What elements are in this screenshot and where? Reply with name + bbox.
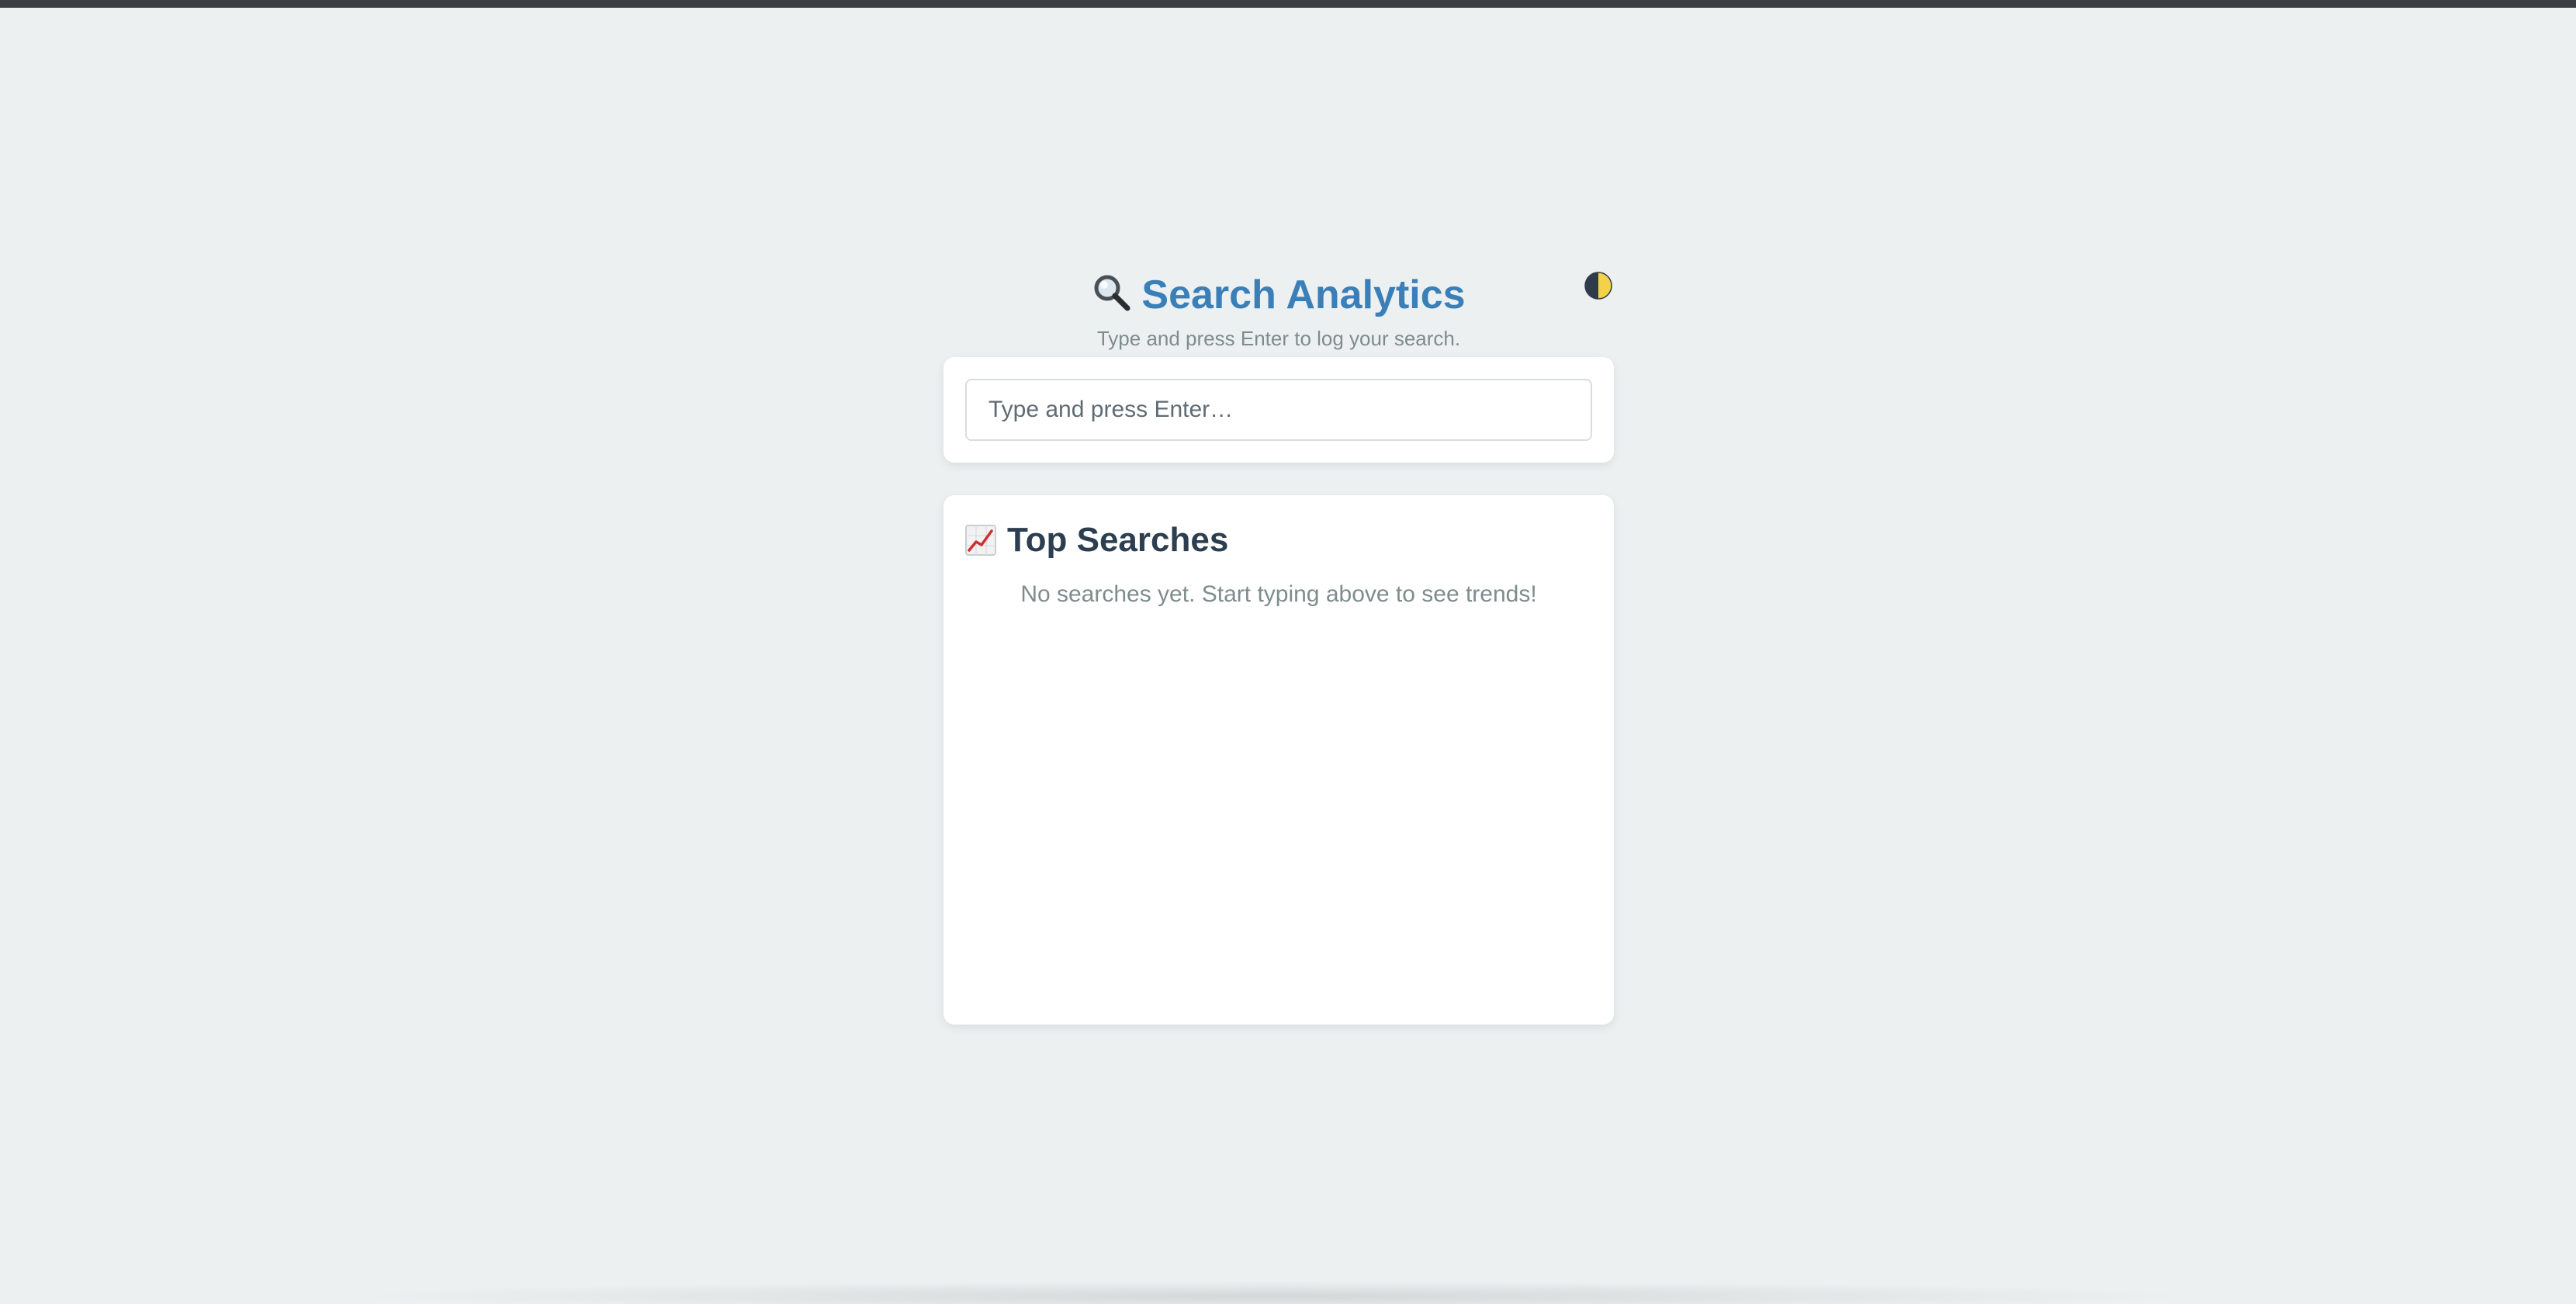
empty-state-message: No searches yet. Start typing above to s…	[1020, 581, 1537, 607]
bottom-shadow	[341, 1281, 2204, 1304]
magnifier-icon	[1094, 275, 1130, 311]
app-container: Search Analytics Type and press Enter to…	[943, 264, 1614, 1025]
window-top-bar	[0, 0, 2576, 8]
search-card	[943, 357, 1614, 463]
page-title-text: Search Analytics	[1141, 272, 1466, 317]
half-moon-icon	[1584, 272, 1612, 300]
page-header: Search Analytics Type and press Enter to…	[943, 264, 1614, 357]
top-searches-heading: Top Searches	[965, 517, 1592, 564]
top-searches-heading-text: Top Searches	[1007, 521, 1229, 559]
page-subtitle: Type and press Enter to log your search.	[1096, 327, 1461, 350]
top-searches-card: Top Searches No searches yet. Start typi…	[943, 495, 1614, 1025]
chart-increasing-icon	[965, 525, 996, 556]
search-input[interactable]	[965, 379, 1592, 441]
page-title: Search Analytics	[943, 264, 1614, 326]
theme-toggle-button[interactable]	[1583, 270, 1614, 301]
